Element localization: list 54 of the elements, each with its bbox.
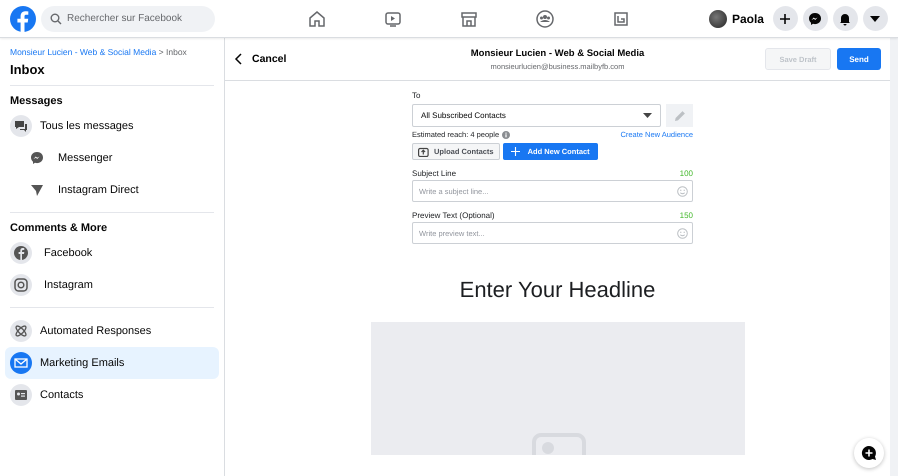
contact-card-icon (10, 384, 32, 406)
account-menu-button[interactable] (862, 6, 888, 31)
chat-plus-icon (861, 445, 877, 461)
facebook-logo[interactable] (10, 6, 36, 32)
sidebar-item[interactable]: Instagram (10, 269, 214, 301)
character-count: 150 (680, 211, 693, 220)
plus-icon (779, 12, 792, 24)
back-chevron-icon (234, 53, 242, 65)
field-label: To (412, 91, 422, 100)
email-headline[interactable]: Enter Your Headline (460, 277, 656, 303)
avatar (708, 10, 727, 28)
section-heading: Comments & More (10, 222, 108, 234)
field-label: Preview Text (Optional) (412, 211, 495, 220)
sidebar-item[interactable]: Tous les messages (10, 110, 214, 142)
field-label: Subject Line (412, 169, 456, 178)
send-button[interactable]: Send (837, 48, 881, 70)
bell-icon (838, 12, 852, 26)
info-icon[interactable] (502, 130, 510, 138)
atom-icon (10, 320, 32, 342)
sidebar-item[interactable]: Contacts (5, 379, 219, 411)
messenger-button[interactable] (802, 6, 828, 31)
sidebar-item[interactable]: Automated Responses (5, 315, 219, 347)
notifications-button[interactable] (832, 6, 858, 31)
sidebar-item[interactable]: Facebook (10, 237, 214, 269)
caret-icon (870, 16, 880, 22)
breadcrumb-link[interactable]: Monsieur Lucien - Web & Social Media (10, 47, 156, 57)
group-icon[interactable] (535, 8, 556, 28)
page-title: Inbox (10, 62, 214, 86)
messenger-icon (30, 151, 44, 165)
audience-dropdown[interactable]: All Subscribed Contacts (412, 104, 661, 127)
upload-icon (418, 146, 429, 156)
sidebar-item[interactable]: Marketing Emails (5, 347, 219, 379)
character-count: 100 (680, 169, 693, 178)
new-message-button[interactable] (854, 438, 884, 468)
search-field[interactable]: Rechercher sur Facebook (41, 6, 215, 32)
facebook-icon (10, 242, 32, 264)
sidebar-item[interactable]: Instagram Direct (10, 174, 214, 206)
caret-icon (643, 113, 652, 118)
page-name: Monsieur Lucien - Web & Social Media (470, 48, 644, 58)
cancel-button[interactable]: Cancel (234, 53, 354, 65)
camera-icon (10, 274, 32, 296)
section-heading: Messages (10, 95, 64, 107)
chat-icon (10, 115, 32, 137)
breadcrumb: Monsieur Lucien - Web & Social Media > Inbox (10, 47, 188, 57)
sidebar-item[interactable]: Messenger (10, 142, 214, 174)
pencil-icon (674, 110, 686, 122)
home-icon[interactable] (307, 8, 328, 28)
create-button[interactable] (772, 6, 798, 31)
plus-icon (510, 147, 520, 156)
profile-link[interactable]: Paola (708, 10, 764, 28)
envelope-icon (10, 352, 32, 374)
messenger-icon (808, 12, 822, 26)
paper-plane-icon (30, 183, 44, 197)
search-icon (50, 12, 62, 24)
